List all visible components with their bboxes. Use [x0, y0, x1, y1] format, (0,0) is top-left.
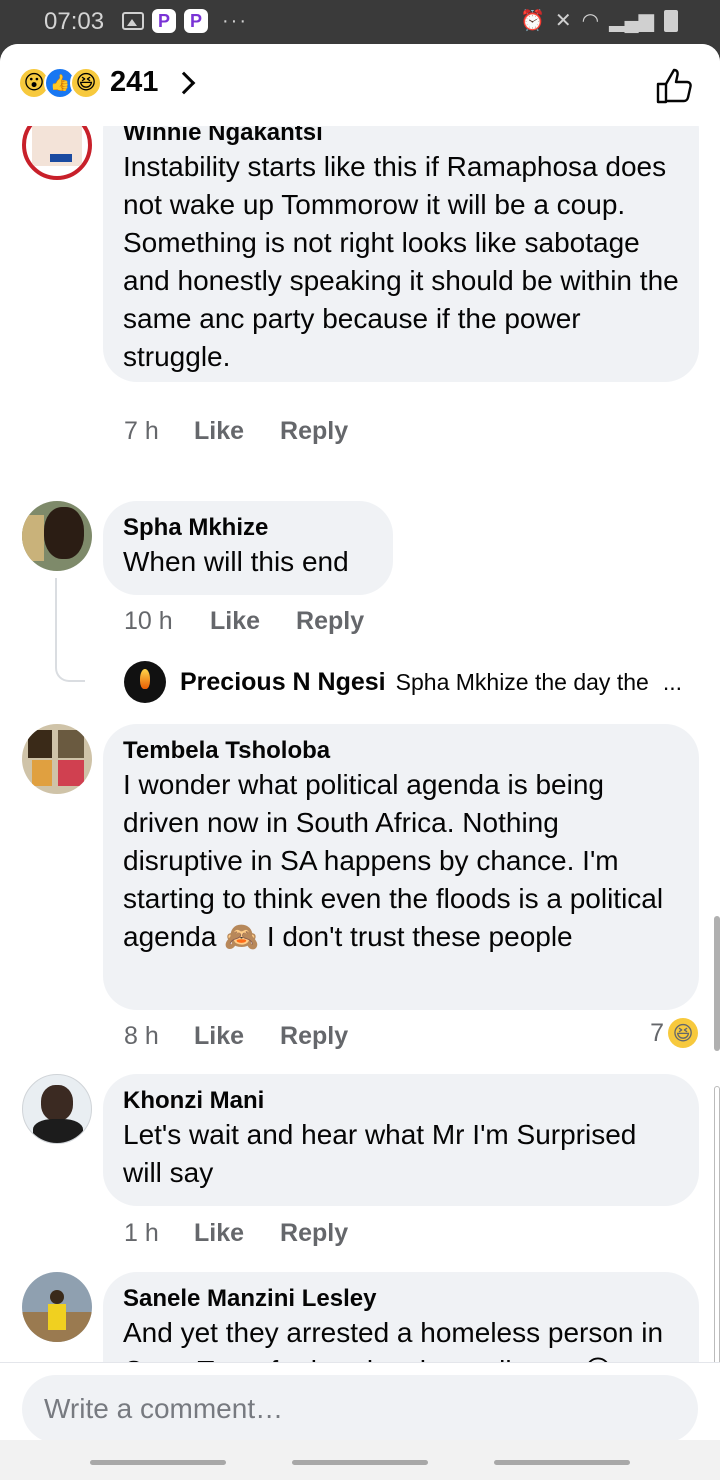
comment-actions: 1 h Like Reply: [124, 1219, 384, 1248]
alarm-icon: ⏰: [519, 10, 545, 32]
nav-recents-button[interactable]: [90, 1460, 226, 1465]
comment-bubble[interactable]: Sanele Manzini Lesley And yet they arres…: [103, 1272, 699, 1362]
comment-bubble[interactable]: Tembela Tsholoba I wonder what political…: [103, 724, 699, 1010]
app-badge-icon: P: [152, 9, 176, 33]
system-icons: ⏰ ✕ ◠ ▂▄▆: [520, 8, 678, 33]
wifi-icon: ◠: [581, 10, 600, 32]
comments-list: Winnie Ngakantsi Instability starts like…: [0, 126, 720, 1362]
comment-text: When will this end: [123, 546, 349, 577]
reaction-count: 241: [110, 66, 159, 98]
like-link[interactable]: Like: [194, 417, 244, 446]
like-link[interactable]: Like: [194, 1022, 244, 1051]
comment-bubble[interactable]: Khonzi Mani Let's wait and hear what Mr …: [103, 1074, 699, 1206]
comment-time: 8 h: [124, 1022, 159, 1050]
scrollbar[interactable]: [714, 916, 720, 1051]
status-time: 07:03: [44, 8, 105, 35]
chevron-right-icon: [173, 71, 196, 94]
comment-actions: 8 h Like Reply: [124, 1022, 384, 1051]
comment-bubble[interactable]: Spha Mkhize When will this end: [103, 501, 393, 595]
comment-time: 1 h: [124, 1219, 159, 1247]
image-notification-icon: [122, 12, 144, 30]
nav-back-button[interactable]: [494, 1460, 630, 1465]
like-link[interactable]: Like: [210, 607, 260, 636]
comment-author[interactable]: Tembela Tsholoba: [123, 736, 679, 766]
haha-reaction-icon: 😆: [70, 66, 102, 99]
app-badge-icon: P: [184, 9, 208, 33]
reply-preview[interactable]: Precious N Ngesi Spha Mkhize the day the…: [124, 661, 682, 703]
like-link[interactable]: Like: [194, 1219, 244, 1248]
comment-author[interactable]: Khonzi Mani: [123, 1086, 679, 1116]
more-notifications-icon: ···: [222, 9, 248, 32]
reactions-summary[interactable]: 😮 👍 😆 241: [18, 66, 196, 99]
comment-text: Instability starts like this if Ramaphos…: [123, 151, 679, 372]
comment-reactions[interactable]: 7 😆: [650, 1018, 698, 1048]
notification-icons: P P ···: [122, 9, 248, 33]
reactions-header: 😮 👍 😆 241: [0, 44, 720, 126]
comment-text: And yet they arrested a homeless person …: [123, 1317, 664, 1362]
reply-ellipsis: ...: [662, 668, 682, 695]
nav-home-button[interactable]: [292, 1460, 428, 1465]
reply-link[interactable]: Reply: [296, 607, 364, 636]
comments-sheet: 😮 👍 😆 241 Winnie Ngakantsi Instability s…: [0, 44, 720, 1480]
comment-actions: 10 h Like Reply: [124, 607, 400, 636]
comment-input[interactable]: [22, 1375, 698, 1443]
haha-reaction-icon: 😆: [668, 1018, 698, 1048]
avatar[interactable]: [22, 724, 92, 794]
battery-icon: [664, 9, 678, 32]
comment-text: I wonder what political agenda is being …: [123, 769, 664, 952]
status-bar: 07:03 P P ··· ⏰ ✕ ◠ ▂▄▆: [0, 0, 720, 44]
reply-snippet: Spha Mkhize the day the: [395, 668, 649, 695]
avatar[interactable]: [22, 501, 92, 571]
comment-reaction-count: 7: [650, 1018, 664, 1047]
mute-icon: ✕: [554, 10, 572, 32]
system-nav-bar: [0, 1440, 720, 1480]
thread-connector: [55, 578, 85, 682]
comment-composer: [0, 1362, 720, 1480]
reply-author[interactable]: Precious N Ngesi: [180, 668, 386, 697]
avatar[interactable]: [124, 661, 166, 703]
comment-text: Let's wait and hear what Mr I'm Surprise…: [123, 1119, 637, 1188]
comment-bubble[interactable]: Winnie Ngakantsi Instability starts like…: [103, 126, 699, 382]
reply-link[interactable]: Reply: [280, 1022, 348, 1051]
comment-time: 10 h: [124, 607, 173, 635]
comment-author[interactable]: Winnie Ngakantsi: [123, 126, 679, 148]
comment-author[interactable]: Spha Mkhize: [123, 513, 373, 543]
avatar[interactable]: [22, 1272, 92, 1342]
comment-author[interactable]: Sanele Manzini Lesley: [123, 1284, 679, 1314]
signal-icon: ▂▄▆: [609, 10, 654, 32]
reply-link[interactable]: Reply: [280, 1219, 348, 1248]
reply-link[interactable]: Reply: [280, 417, 348, 446]
avatar[interactable]: [22, 126, 92, 180]
like-button[interactable]: [654, 66, 694, 106]
comment-actions: 7 h Like Reply: [124, 417, 384, 446]
scroll-track: [714, 1086, 720, 1362]
avatar[interactable]: [22, 1074, 92, 1144]
comment-time: 7 h: [124, 417, 159, 445]
